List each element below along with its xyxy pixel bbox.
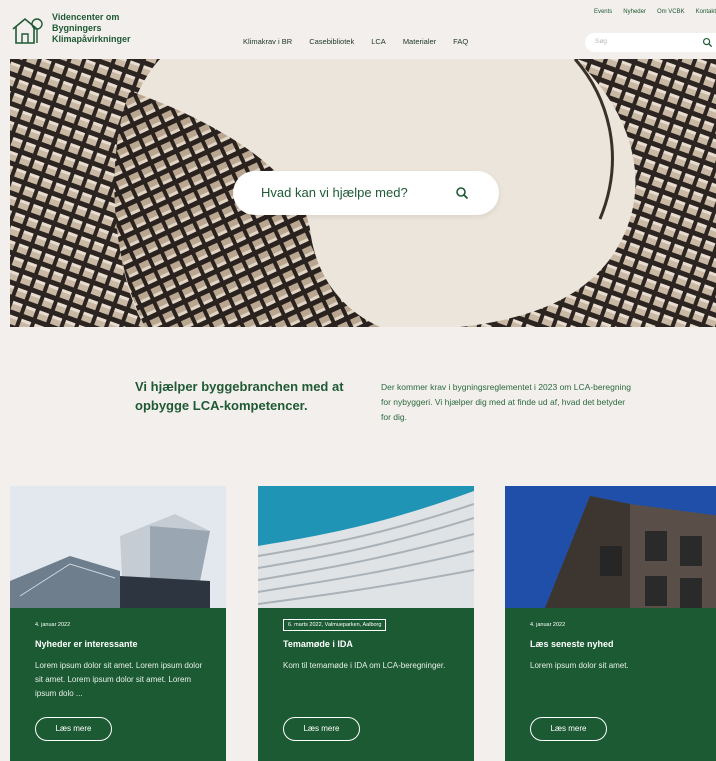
topnav-events[interactable]: Events: [594, 9, 612, 15]
logo[interactable]: Videncenter om Bygningers Klimapåvirknin…: [10, 12, 131, 46]
card-title: Læs seneste nyhed: [530, 639, 614, 649]
topnav-om-vcbk[interactable]: Om VCBK: [657, 9, 685, 15]
read-more-button[interactable]: Læs mere: [35, 717, 112, 741]
topnav-kontakt[interactable]: Kontakt: [696, 9, 716, 15]
nav-casebibliotek[interactable]: Casebibliotek: [309, 37, 354, 46]
nav-lca[interactable]: LCA: [371, 37, 386, 46]
hero-search-input[interactable]: Hvad kan vi hjælpe med?: [233, 171, 499, 215]
search-icon[interactable]: [455, 186, 469, 200]
card-title: Nyheder er interessante: [35, 639, 138, 649]
hero-search-placeholder: Hvad kan vi hjælpe med?: [261, 185, 408, 200]
card-date: 6. marts 2022, Valmueparken, Aalborg: [283, 619, 387, 631]
logo-line-3: Klimapåvirkninger: [52, 34, 131, 44]
logo-line-2: Bygningers: [52, 23, 102, 33]
site-header: Videncenter om Bygningers Klimapåvirknin…: [0, 0, 716, 58]
intro-heading: Vi hjælper byggebranchen med at opbygge …: [135, 379, 344, 413]
card-image-glass-building: [10, 486, 226, 608]
main-nav: Klimakrav i BR Casebibliotek LCA Materia…: [243, 37, 468, 46]
top-nav: Events Nyheder Om VCBK Kontakt: [594, 9, 716, 15]
nav-klimakrav[interactable]: Klimakrav i BR: [243, 37, 292, 46]
read-more-button[interactable]: Læs mere: [530, 717, 607, 741]
nav-faq[interactable]: FAQ: [453, 37, 468, 46]
read-more-button[interactable]: Læs mere: [283, 717, 360, 741]
card-date: 4. januar 2022: [530, 622, 566, 628]
topnav-nyheder[interactable]: Nyheder: [623, 9, 646, 15]
news-card[interactable]: 4. januar 2022 Læs seneste nyhed Lorem i…: [505, 486, 716, 761]
news-card[interactable]: 4. januar 2022 Nyheder er interessante L…: [10, 486, 226, 761]
house-tree-icon: [12, 17, 43, 44]
card-image-wave-facade: [258, 486, 474, 608]
nav-materialer[interactable]: Materialer: [403, 37, 436, 46]
card-date: 4. januar 2022: [35, 622, 71, 628]
card-description: Lorem ipsum dolor sit amet. Lorem ipsum …: [35, 661, 203, 698]
search-icon[interactable]: [702, 37, 713, 48]
card-description: Lorem ipsum dolor sit amet.: [530, 661, 629, 670]
logo-line-1: Videncenter om: [52, 12, 120, 22]
card-description: Kom til temamøde i IDA om LCA-beregninge…: [283, 661, 446, 670]
hero-banner: Hvad kan vi hjælpe med?: [10, 59, 716, 327]
card-image-brick-building: [505, 486, 716, 608]
event-card[interactable]: 6. marts 2022, Valmueparken, Aalborg Tem…: [258, 486, 474, 761]
card-title: Temamøde i IDA: [283, 639, 353, 649]
header-search-input[interactable]: Søg: [585, 33, 716, 52]
header-search-placeholder: Søg: [595, 38, 607, 45]
intro-text: Der kommer krav i bygningsreglementet i …: [381, 382, 631, 422]
